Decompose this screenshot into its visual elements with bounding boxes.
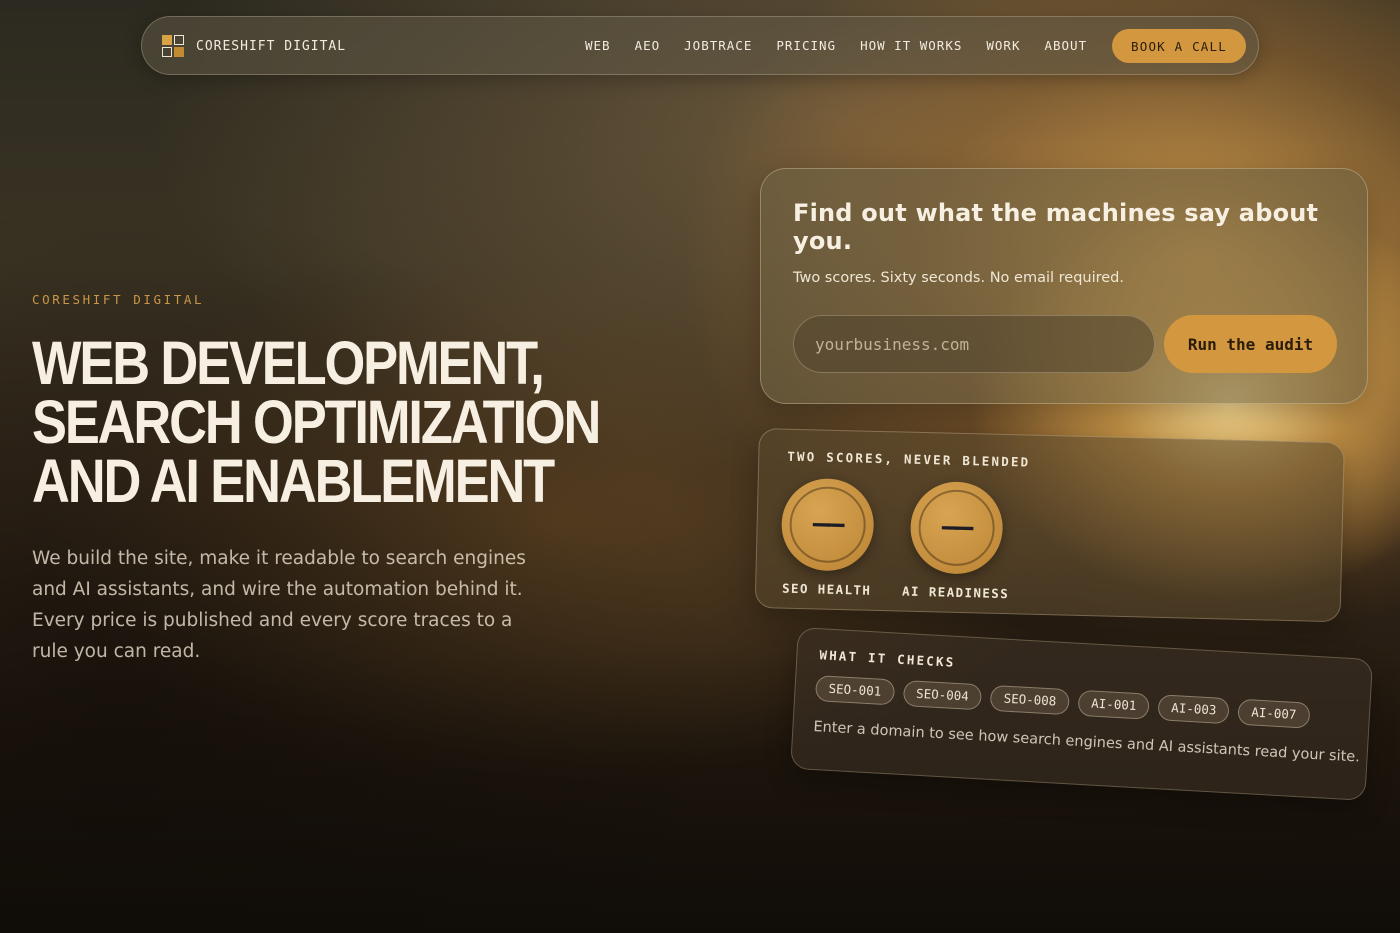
scores-title: TWO SCORES, NEVER BLENDED [787,448,1031,470]
scores-card: TWO SCORES, NEVER BLENDED —— SEO HEALTH … [754,428,1345,623]
audit-subtitle: Two scores. Sixty seconds. No email requ… [793,270,1124,286]
nav-link-web[interactable]: WEB [585,38,611,53]
rule-chip: SEO-001 [814,675,895,706]
nav-link-about[interactable]: ABOUT [1044,38,1087,53]
run-audit-button[interactable]: Run the audit [1164,315,1337,373]
ai-readiness-label: AI READINESS [901,583,1010,602]
nav-links: WEB AEO JOBTRACE PRICING HOW IT WORKS WO… [585,38,1111,53]
domain-input[interactable] [793,315,1155,373]
ai-readiness-value: —— [941,509,972,544]
rule-chip: AI-001 [1077,689,1151,720]
checks-card: WHAT IT CHECKS SEO-001 SEO-004 SEO-008 A… [790,627,1374,801]
hero-eyebrow: CORESHIFT DIGITAL [32,292,205,307]
nav-link-pricing[interactable]: PRICING [776,38,836,53]
audit-title: Find out what the machines say about you… [793,199,1319,255]
nav-link-jobtrace[interactable]: JOBTRACE [684,38,752,53]
brand[interactable]: CORESHIFT DIGITAL [162,35,346,57]
hero-description: We build the site, make it readable to s… [32,548,526,662]
ai-readiness-dial: —— [909,480,1004,575]
headline-line-2: SEARCH OPTIMIZATION [32,388,601,456]
rule-chips: SEO-001 SEO-004 SEO-008 AI-001 AI-003 AI… [814,675,1311,729]
rule-chip: AI-003 [1157,694,1231,725]
hero-headline: WEB DEVELOPMENT, SEARCH OPTIMIZATION AND… [32,329,601,515]
rule-chip: SEO-004 [902,679,983,711]
headline-line-1: WEB DEVELOPMENT, [32,329,545,397]
seo-health-label: SEO HEALTH [781,580,872,598]
nav-link-work[interactable]: WORK [986,38,1020,53]
checks-title: WHAT IT CHECKS [819,647,956,670]
nav-link-aeo[interactable]: AEO [635,38,661,53]
rule-chip: AI-007 [1237,698,1311,729]
brand-name: CORESHIFT DIGITAL [196,38,347,54]
audit-card: Find out what the machines say about you… [760,168,1368,404]
logo-icon [162,35,184,57]
seo-health-value: —— [812,506,843,541]
book-a-call-button[interactable]: BOOK A CALL [1112,29,1246,63]
rule-chip: SEO-008 [989,684,1071,716]
headline-line-3: AND AI ENABLEMENT [32,447,555,515]
seo-health-dial: —— [780,477,875,572]
nav-link-how-it-works[interactable]: HOW IT WORKS [860,38,962,53]
top-navigation: CORESHIFT DIGITAL WEB AEO JOBTRACE PRICI… [141,16,1259,75]
